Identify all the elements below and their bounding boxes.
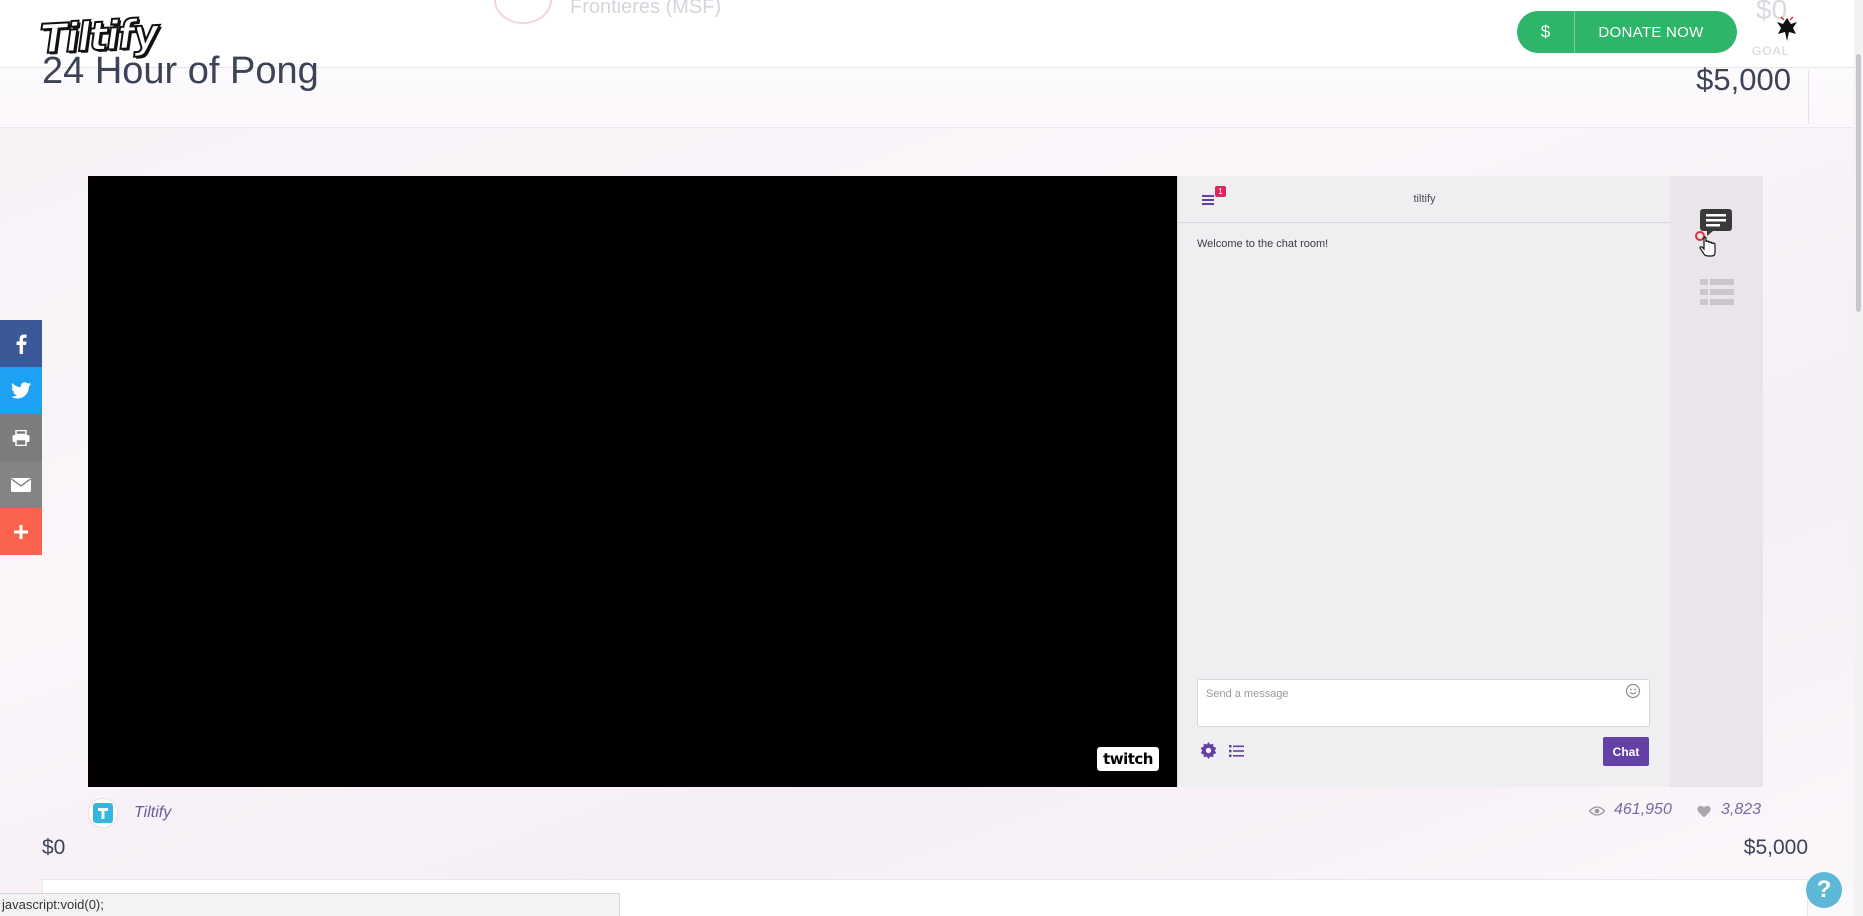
tiltify-mark-icon: [93, 803, 113, 823]
progress-start-label: $0: [42, 836, 66, 859]
list-panel-icon[interactable]: [1700, 278, 1734, 308]
email-share-button[interactable]: [0, 461, 42, 508]
browser-status-bar: javascript:void(0);: [0, 893, 620, 916]
campaign-header: Tiltify Frontieres (MSF) $0 GOAL $ DONAT…: [0, 0, 1863, 128]
hand-cursor-icon: [1695, 231, 1716, 257]
emote-smiley-icon[interactable]: [1625, 683, 1641, 699]
twitter-share-button[interactable]: [0, 367, 42, 414]
twitter-icon: [11, 382, 31, 399]
streamer-name[interactable]: Tiltify: [134, 804, 171, 822]
envelope-icon: [11, 477, 31, 492]
view-count: 461,950: [1614, 801, 1672, 818]
chat-message-input[interactable]: [1197, 679, 1650, 727]
social-share-bar: [0, 320, 42, 555]
panel-switcher-rail: [1670, 176, 1763, 787]
facebook-icon: [16, 334, 27, 354]
twitch-video-player[interactable]: twitch: [88, 176, 1177, 787]
chat-panel: 1 tiltify Welcome to the chat room! Chat: [1177, 176, 1671, 787]
facebook-share-button[interactable]: [0, 320, 42, 367]
chat-header: 1 tiltify: [1178, 176, 1671, 223]
twitch-logo[interactable]: twitch: [1096, 746, 1160, 772]
faded-cause-name: Frontieres (MSF): [570, 0, 722, 18]
eye-icon: [1589, 806, 1605, 816]
plus-icon: [14, 524, 28, 539]
goal-amount: $5,000: [1696, 62, 1791, 97]
user-avatar[interactable]: [1772, 14, 1802, 44]
page-title: 24 Hour of Pong: [42, 50, 319, 92]
like-count: 3,823: [1721, 801, 1762, 818]
donate-now-button[interactable]: $ DONATE NOW: [1517, 11, 1737, 53]
progress-end-label: $5,000: [1743, 836, 1808, 859]
header-divider: [1808, 70, 1809, 124]
help-button[interactable]: ?: [1806, 872, 1842, 908]
dollar-icon: $: [1517, 11, 1575, 53]
heart-icon: [1697, 805, 1711, 818]
faded-goal-label: GOAL: [1752, 44, 1790, 58]
chat-send-button[interactable]: Chat: [1603, 737, 1649, 766]
gear-icon[interactable]: [1200, 742, 1217, 759]
donate-now-label: DONATE NOW: [1598, 23, 1704, 41]
chat-welcome-message: Welcome to the chat room!: [1197, 238, 1329, 250]
faded-cause-logo: [494, 0, 552, 24]
print-button[interactable]: [0, 414, 42, 461]
more-share-button[interactable]: [0, 508, 42, 555]
viewer-list-icon[interactable]: [1229, 744, 1244, 758]
printer-icon: [12, 429, 30, 446]
chat-channel-name: tiltify: [1413, 193, 1436, 205]
scrollbar-thumb[interactable]: [1856, 54, 1861, 312]
streamer-avatar[interactable]: [88, 798, 118, 828]
